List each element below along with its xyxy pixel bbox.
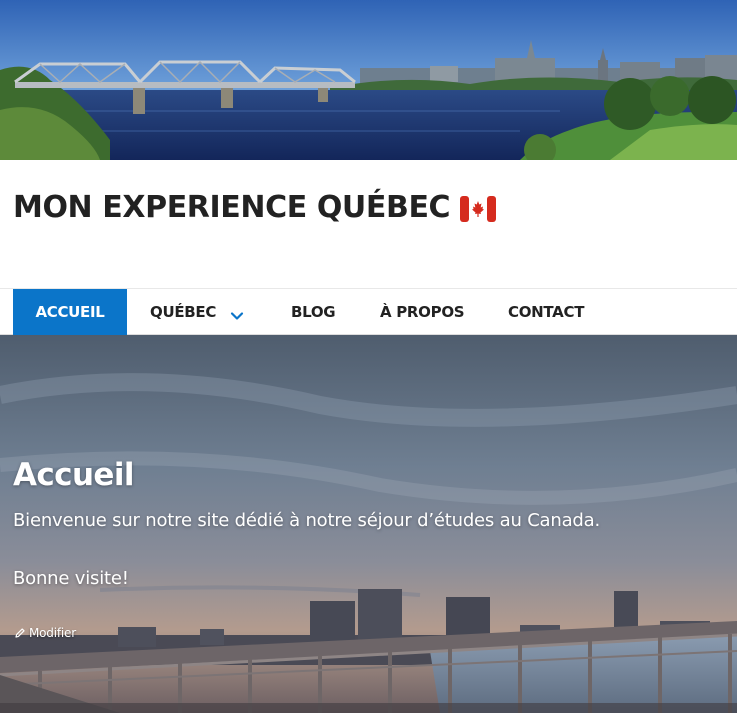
greeting-text: Bonne visite!: [13, 568, 129, 589]
edit-link-label: Modifier: [29, 626, 76, 640]
main-navigation: ACCUEIL QUÉBEC BLOG À PROPOS CONTACT: [0, 288, 737, 335]
hero-section: Accueil Bienvenue sur notre site dédié à…: [0, 335, 737, 713]
pencil-icon: [14, 627, 26, 639]
canada-flag-icon: [460, 195, 497, 222]
nav-item-label: CONTACT: [508, 303, 585, 321]
nav-item-quebec[interactable]: QUÉBEC: [150, 289, 244, 335]
nav-item-accueil[interactable]: ACCUEIL: [13, 289, 127, 335]
nav-item-label: ACCUEIL: [35, 303, 105, 321]
chevron-down-icon[interactable]: [230, 307, 244, 320]
nav-item-label: BLOG: [291, 303, 336, 321]
nav-item-label: À PROPOS: [380, 303, 465, 321]
site-title-text: MON EXPERIENCE QUÉBEC: [13, 190, 451, 225]
nav-item-a-propos[interactable]: À PROPOS: [380, 289, 465, 335]
site-title[interactable]: MON EXPERIENCE QUÉBEC: [13, 190, 497, 225]
nav-item-contact[interactable]: CONTACT: [508, 289, 584, 335]
header-banner-image: [0, 0, 737, 160]
page-title: Accueil: [13, 457, 134, 493]
nav-item-blog[interactable]: BLOG: [291, 289, 336, 335]
welcome-text: Bienvenue sur notre site dédié à notre s…: [13, 510, 601, 531]
edit-link[interactable]: Modifier: [14, 626, 76, 640]
nav-item-label: QUÉBEC: [150, 303, 217, 321]
